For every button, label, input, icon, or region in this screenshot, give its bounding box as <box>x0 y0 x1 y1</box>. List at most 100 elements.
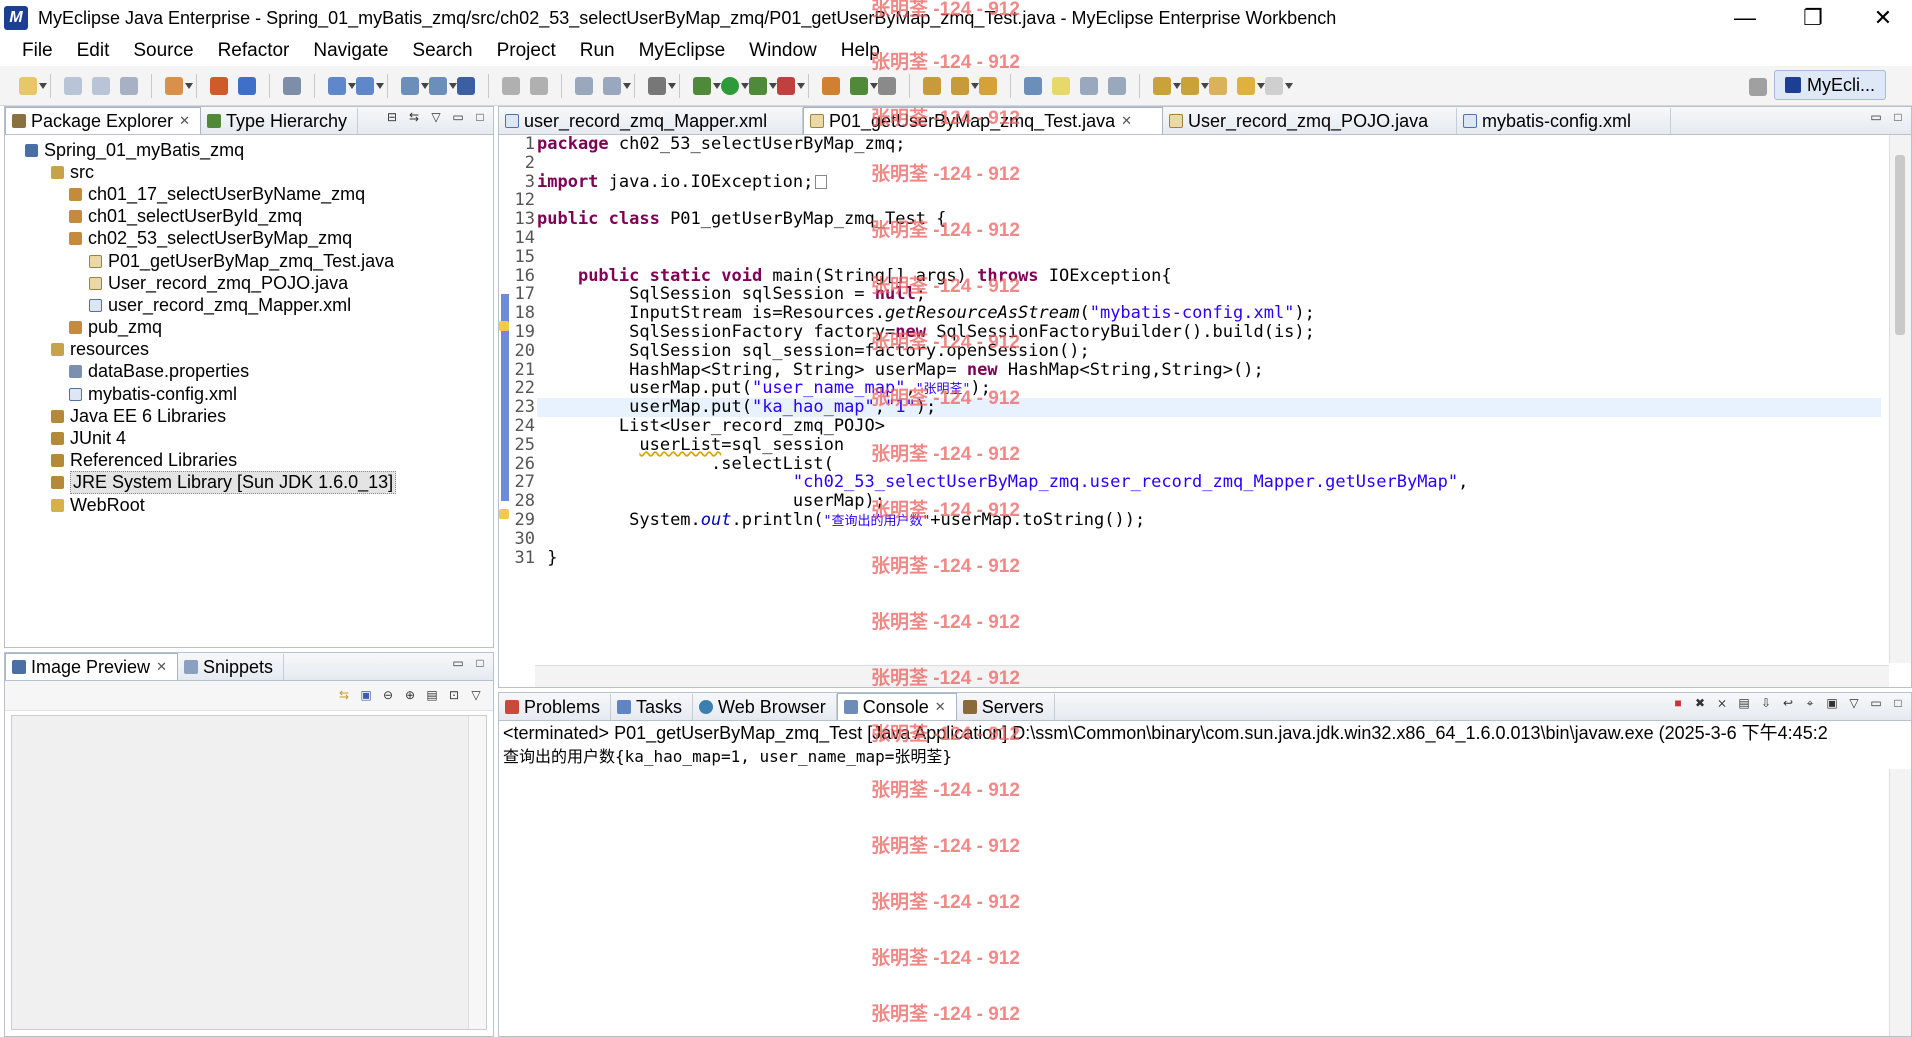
tab-p01-test-java[interactable]: P01_getUserByMap_zmq_Test.java ✕ <box>803 107 1163 134</box>
tab-package-explorer[interactable]: Package Explorer ✕ <box>5 107 201 134</box>
maximize-icon[interactable]: □ <box>1891 111 1905 125</box>
tree-item[interactable]: ch01_17_selectUserByName_zmq <box>5 183 493 205</box>
console-output[interactable]: <terminated> P01_getUserByMap_zmq_Test [… <box>499 721 1911 1036</box>
new-java-project-icon[interactable] <box>822 76 840 95</box>
fit-icon[interactable]: ▣ <box>359 689 373 703</box>
remove-all-icon[interactable]: ⨯ <box>1715 697 1729 711</box>
pin-console-icon[interactable]: ⌖ <box>1803 697 1817 711</box>
close-icon[interactable]: ✕ <box>156 659 167 675</box>
open-perspective-icon[interactable] <box>1749 78 1767 96</box>
menu-project[interactable]: Project <box>485 40 568 62</box>
external-tools-icon[interactable] <box>777 76 805 95</box>
tab-console[interactable]: Console ✕ <box>836 693 957 720</box>
source-code[interactable]: package ch02_53_selectUserByMap_zmq; imp… <box>537 135 1881 567</box>
previous-annotation-icon[interactable] <box>1181 76 1209 95</box>
perspective-myeclipse[interactable]: MyEcli... <box>1773 70 1886 100</box>
terminate-icon[interactable]: ■ <box>1671 697 1685 711</box>
last-edit-icon[interactable] <box>1209 76 1227 95</box>
deploy-icon[interactable] <box>210 76 228 95</box>
tab-mybatis-config-xml[interactable]: mybatis-config.xml <box>1457 108 1671 134</box>
menu-file[interactable]: File <box>10 40 65 62</box>
tab-problems[interactable]: Problems <box>499 694 612 720</box>
debug-icon[interactable] <box>693 76 721 95</box>
web-explorer-icon[interactable] <box>356 76 384 95</box>
refresh-icon[interactable] <box>850 76 878 95</box>
tab-tasks[interactable]: Tasks <box>611 694 694 720</box>
terminal-icon[interactable] <box>648 76 676 95</box>
tab-type-hierarchy[interactable]: Type Hierarchy <box>201 108 359 134</box>
menu-refactor[interactable]: Refactor <box>206 40 302 62</box>
zoom-fit-icon[interactable]: ⊡ <box>447 689 461 703</box>
tree-item[interactable]: Spring_01_myBatis_zmq <box>5 139 493 161</box>
display-console-icon[interactable]: ▣ <box>1825 697 1839 711</box>
maximize-icon[interactable]: □ <box>473 657 487 671</box>
tree-item[interactable]: ch02_53_selectUserByMap_zmq <box>5 228 493 250</box>
zoom-out-icon[interactable]: ⊖ <box>381 689 395 703</box>
view-menu-icon[interactable]: ▽ <box>469 689 483 703</box>
tab-web-browser[interactable]: Web Browser <box>693 694 837 720</box>
minimize-icon[interactable]: ▭ <box>451 111 465 125</box>
menu-edit[interactable]: Edit <box>65 40 122 62</box>
tree-item[interactable]: User_record_zmq_POJO.java <box>5 272 493 294</box>
web-service-icon[interactable] <box>328 76 356 95</box>
minimize-icon[interactable]: ▭ <box>1869 111 1883 125</box>
coverage-icon[interactable] <box>749 76 777 95</box>
server-icon[interactable] <box>238 76 256 95</box>
tree-item[interactable]: resources <box>5 339 493 361</box>
menu-source[interactable]: Source <box>121 40 205 62</box>
clear-console-icon[interactable]: ▤ <box>1737 697 1751 711</box>
vertical-scrollbar[interactable] <box>468 716 486 1029</box>
maximize-button[interactable]: ❐ <box>1784 0 1842 36</box>
minimize-icon[interactable]: ▭ <box>1869 697 1883 711</box>
block-selection-icon[interactable] <box>1080 76 1098 95</box>
tab-user-record-mapper-xml[interactable]: user_record_zmq_Mapper.xml <box>499 108 803 134</box>
close-icon[interactable]: ✕ <box>1121 113 1132 129</box>
menu-myeclipse[interactable]: MyEclipse <box>627 40 738 62</box>
new-icon[interactable] <box>19 76 47 95</box>
menu-search[interactable]: Search <box>400 40 484 62</box>
tree-item[interactable]: dataBase.properties <box>5 361 493 383</box>
tab-image-preview[interactable]: Image Preview ✕ <box>5 653 178 680</box>
scroll-lock-icon[interactable]: ⇩ <box>1759 697 1773 711</box>
new-class-icon[interactable] <box>575 76 593 95</box>
tree-item[interactable]: WebRoot <box>5 494 493 516</box>
task-icon[interactable] <box>979 76 997 95</box>
forward-icon[interactable] <box>1265 76 1293 95</box>
close-icon[interactable]: ✕ <box>179 113 190 129</box>
folded-block-icon[interactable] <box>815 174 828 189</box>
browser-icon[interactable] <box>457 76 475 95</box>
menu-window[interactable]: Window <box>737 40 829 62</box>
new-package-icon[interactable] <box>603 76 631 95</box>
tree-item[interactable]: P01_getUserByMap_zmq_Test.java <box>5 250 493 272</box>
save-icon[interactable] <box>64 76 82 95</box>
search-icon[interactable] <box>951 76 979 95</box>
maximize-icon[interactable]: □ <box>473 111 487 125</box>
tree-item[interactable]: JUnit 4 <box>5 427 493 449</box>
next-annotation-icon[interactable] <box>1153 76 1181 95</box>
console-vertical-scrollbar[interactable] <box>1889 769 1911 1036</box>
toggle-icon[interactable] <box>878 76 896 95</box>
view-menu-icon[interactable]: ▽ <box>429 111 443 125</box>
zoom-in-icon[interactable]: ⊕ <box>403 689 417 703</box>
tree-item[interactable]: Referenced Libraries <box>5 450 493 472</box>
editor-vertical-scrollbar[interactable] <box>1889 135 1911 663</box>
menu-help[interactable]: Help <box>829 40 892 62</box>
highlight-icon[interactable] <box>1052 76 1070 95</box>
back-icon[interactable] <box>1237 76 1265 95</box>
tab-servers[interactable]: Servers <box>957 694 1055 720</box>
show-whitespace-icon[interactable] <box>1108 76 1126 95</box>
collapse-all-icon[interactable]: ⊟ <box>385 111 399 125</box>
word-wrap-icon[interactable]: ↩ <box>1781 697 1795 711</box>
tree-item[interactable]: user_record_zmq_Mapper.xml <box>5 294 493 316</box>
new-wizard-icon[interactable] <box>165 76 193 95</box>
print-icon[interactable] <box>120 76 138 95</box>
open-resource-icon[interactable] <box>530 76 548 95</box>
open-folder-icon[interactable] <box>923 76 941 95</box>
tab-snippets[interactable]: Snippets <box>178 654 285 680</box>
tree-item[interactable]: mybatis-config.xml <box>5 383 493 405</box>
menu-run[interactable]: Run <box>568 40 627 62</box>
minimize-icon[interactable]: ▭ <box>451 657 465 671</box>
open-type-icon[interactable] <box>502 76 520 95</box>
warning-marker-icon[interactable] <box>499 509 509 519</box>
link-editor-icon[interactable]: ⇆ <box>407 111 421 125</box>
